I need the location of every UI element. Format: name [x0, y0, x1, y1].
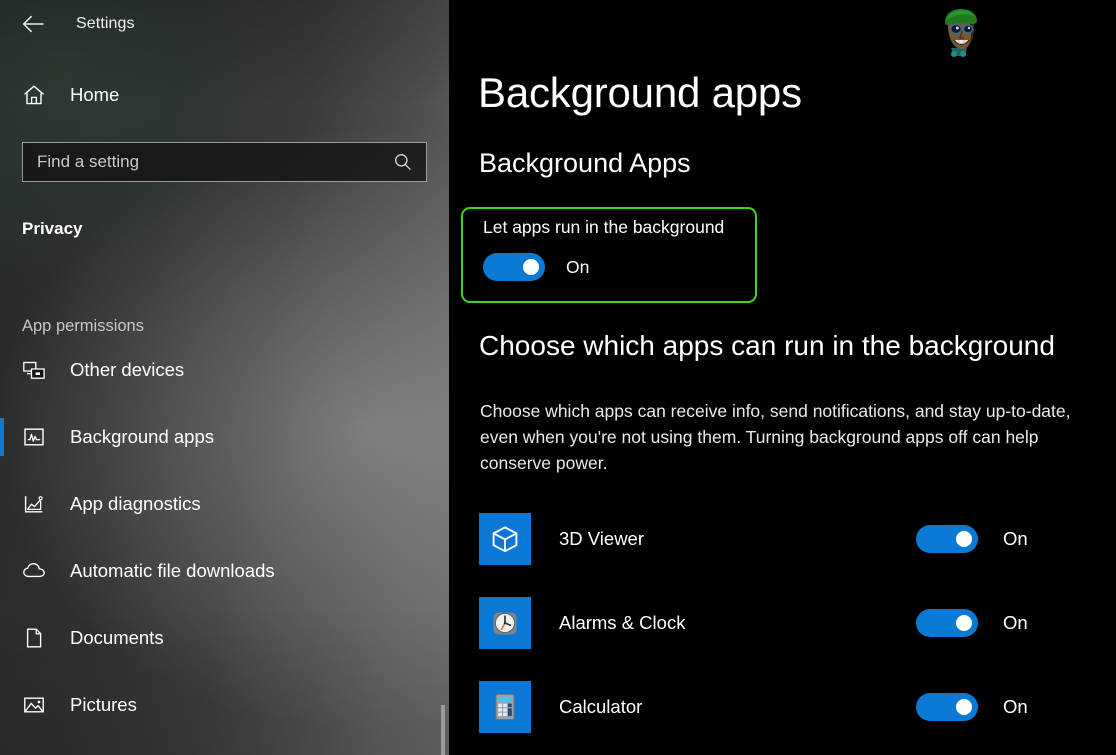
sidebar-item-home[interactable]: Home — [0, 73, 449, 117]
app-row: Calculator On — [449, 665, 1116, 749]
app-toggle-switch[interactable] — [916, 609, 978, 637]
window-title: Settings — [76, 15, 135, 32]
search-container — [22, 142, 427, 182]
back-arrow-icon[interactable] — [12, 9, 56, 39]
other-devices-icon — [22, 358, 50, 382]
sidebar-item-automatic-file-downloads[interactable]: Automatic file downloads — [0, 537, 449, 604]
sidebar-item-label: Documents — [70, 626, 164, 648]
app-toggle-state: On — [1003, 696, 1028, 717]
main-content: Background apps Background Apps Let apps… — [449, 0, 1116, 755]
sidebar-group-heading: App permissions — [22, 317, 144, 335]
master-toggle-label: Let apps run in the background — [483, 217, 725, 237]
sidebar-category-title: Privacy — [22, 219, 83, 238]
title-bar: Settings — [0, 0, 449, 48]
sidebar-item-app-diagnostics[interactable]: App diagnostics — [0, 470, 449, 537]
app-name: 3D Viewer — [559, 528, 645, 549]
master-toggle-row: On — [483, 253, 589, 281]
app-name: Calculator — [559, 696, 643, 717]
settings-window: Settings Home Find a setting Privacy App… — [0, 0, 1116, 755]
app-toggle-state: On — [1003, 612, 1028, 633]
section-title: Background Apps — [479, 148, 691, 178]
app-name: Alarms & Clock — [559, 612, 686, 633]
sidebar-item-documents[interactable]: Documents — [0, 604, 449, 671]
app-row: 3D Viewer On — [449, 497, 1116, 581]
choose-apps-heading: Choose which apps can run in the backgro… — [479, 330, 1055, 361]
background-apps-icon — [22, 425, 50, 449]
app-list: 3D Viewer On Alarms & Clock On Calculato… — [449, 497, 1116, 749]
home-icon — [22, 83, 50, 107]
toggle-knob — [956, 699, 972, 715]
sidebar-item-label: App diagnostics — [70, 492, 201, 514]
cloud-download-icon — [22, 559, 50, 583]
selection-indicator — [0, 417, 4, 456]
sidebar-scrollbar-thumb[interactable] — [441, 705, 445, 755]
search-input[interactable] — [37, 144, 390, 180]
sidebar-item-pictures[interactable]: Pictures — [0, 671, 449, 738]
master-toggle-state: On — [566, 256, 590, 277]
calculator-icon — [479, 681, 531, 733]
alarm-clock-icon — [479, 597, 531, 649]
app-toggle-cell: On — [916, 693, 1116, 721]
search-box[interactable] — [22, 142, 427, 182]
document-icon — [22, 626, 50, 650]
page-title: Background apps — [478, 69, 802, 116]
app-toggle-switch[interactable] — [916, 525, 978, 553]
sidebar-item-label: Home — [70, 84, 120, 105]
app-toggle-switch[interactable] — [916, 693, 978, 721]
cube-3d-icon — [479, 513, 531, 565]
sidebar: Settings Home Find a setting Privacy App… — [0, 0, 449, 755]
app-row: Alarms & Clock On — [449, 581, 1116, 665]
sidebar-scrollbar[interactable] — [441, 48, 445, 755]
pictures-icon — [22, 693, 50, 717]
search-icon[interactable] — [390, 152, 416, 172]
app-toggle-state: On — [1003, 528, 1028, 549]
app-toggle-cell: On — [916, 525, 1116, 553]
sidebar-item-label: Pictures — [70, 693, 137, 715]
sidebar-item-label: Other devices — [70, 358, 185, 380]
master-toggle-switch[interactable] — [483, 253, 545, 281]
toggle-knob — [956, 531, 972, 547]
sidebar-nav-list: Other devices Background apps App diagno… — [0, 336, 449, 738]
app-toggle-cell: On — [916, 609, 1116, 637]
app-diagnostics-icon — [22, 492, 50, 516]
toggle-knob — [956, 615, 972, 631]
master-toggle-highlight-box: Let apps run in the background On — [461, 207, 757, 303]
toggle-knob — [523, 259, 539, 275]
sidebar-item-label: Automatic file downloads — [70, 559, 275, 581]
sidebar-item-background-apps[interactable]: Background apps — [0, 403, 449, 470]
choose-apps-description: Choose which apps can receive info, send… — [480, 401, 1071, 473]
sidebar-item-label: Background apps — [70, 425, 214, 447]
cartoon-face-logo — [932, 4, 988, 62]
sidebar-item-other-devices[interactable]: Other devices — [0, 336, 449, 403]
